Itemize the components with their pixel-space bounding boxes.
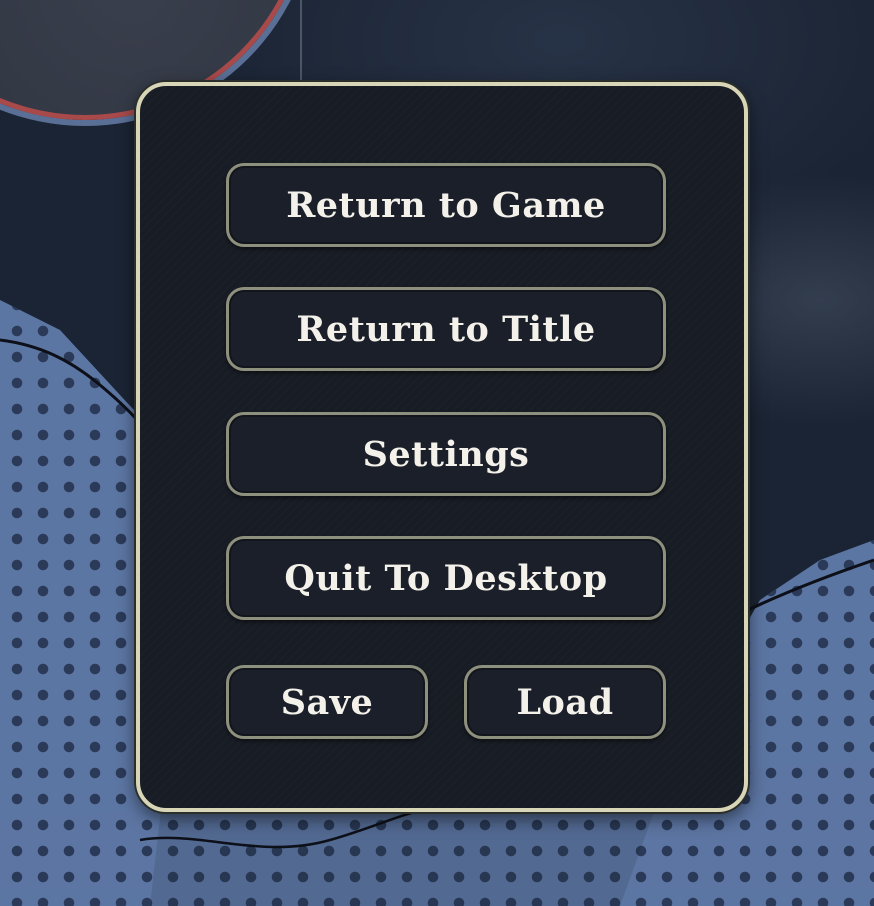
quit-to-desktop-button[interactable]: Quit To Desktop <box>226 536 666 620</box>
save-button[interactable]: Save <box>226 665 428 739</box>
settings-button[interactable]: Settings <box>226 412 666 496</box>
load-button[interactable]: Load <box>464 665 666 739</box>
return-to-game-button[interactable]: Return to Game <box>226 163 666 247</box>
pause-menu-panel: Return to Game Return to Title Settings … <box>136 82 748 812</box>
return-to-title-button[interactable]: Return to Title <box>226 287 666 371</box>
map-grid-line <box>300 0 302 90</box>
